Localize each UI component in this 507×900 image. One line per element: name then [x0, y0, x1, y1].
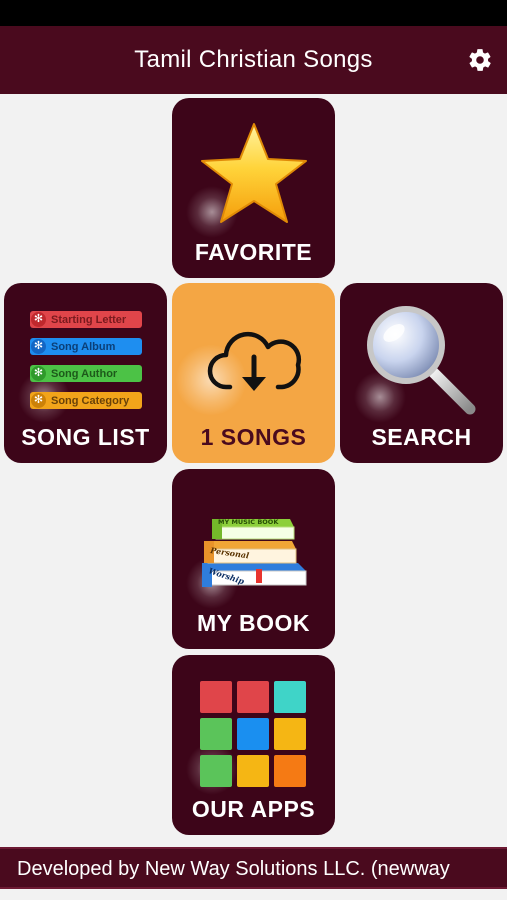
item-label: Song Album	[51, 340, 116, 353]
app-square	[200, 718, 232, 750]
asterisk-icon: ✻	[31, 366, 46, 381]
song-list-item-song-category: ✻ Song Category	[30, 392, 142, 409]
magnifier-icon	[367, 306, 476, 415]
star-icon	[201, 123, 307, 223]
item-label: Song Category	[51, 394, 130, 407]
my-book-tile[interactable]: Worship Personal MY MUSIC BOOK MY BOOK	[172, 469, 335, 649]
my-book-label: MY BOOK	[197, 610, 310, 636]
app-square	[237, 681, 269, 713]
app-title: Tamil Christian Songs	[134, 46, 373, 73]
app-square	[200, 755, 232, 787]
favorite-tile[interactable]: FAVORITE	[172, 98, 335, 278]
settings-button[interactable]	[465, 45, 495, 75]
book-title: MY MUSIC BOOK	[218, 518, 279, 526]
books-icon: Worship Personal MY MUSIC BOOK	[202, 518, 307, 587]
our-apps-tile[interactable]: OUR APPS	[172, 655, 335, 835]
asterisk-icon: ✻	[31, 312, 46, 327]
our-apps-label: OUR APPS	[191, 796, 316, 822]
search-tile[interactable]: SEARCH	[340, 283, 503, 463]
app-square	[237, 718, 269, 750]
app-square	[274, 681, 306, 713]
search-label: SEARCH	[371, 424, 472, 450]
item-label: Song Author	[51, 367, 118, 380]
gear-icon	[469, 49, 491, 71]
app-square	[274, 755, 306, 787]
footer-banner[interactable]: Developed by New Way Solutions LLC. (new…	[0, 847, 507, 889]
app-square	[274, 718, 306, 750]
song-list-item-song-album: ✻ Song Album	[30, 338, 142, 355]
asterisk-icon: ✻	[31, 393, 46, 408]
songs-tile[interactable]: 1 SONGS	[172, 283, 335, 463]
app-square	[237, 755, 269, 787]
footer-text: Developed by New Way Solutions LLC. (new…	[17, 858, 450, 880]
app-square	[200, 681, 232, 713]
song-list-tile[interactable]: ✻ Starting Letter ✻ Song Album ✻ Song Au…	[4, 283, 167, 463]
song-list-item-song-author: ✻ Song Author	[30, 365, 142, 382]
item-label: Starting Letter	[51, 313, 127, 326]
cloud-download-icon	[207, 331, 302, 391]
song-list-item-starting-letter: ✻ Starting Letter	[30, 311, 142, 328]
song-list-label: SONG LIST	[21, 424, 150, 450]
favorite-label: FAVORITE	[194, 239, 313, 265]
app-header: Tamil Christian Songs	[0, 26, 507, 94]
asterisk-icon: ✻	[31, 339, 46, 354]
songs-label: 1 SONGS	[200, 424, 307, 450]
apps-grid-icon	[200, 681, 308, 789]
status-bar	[0, 0, 507, 26]
